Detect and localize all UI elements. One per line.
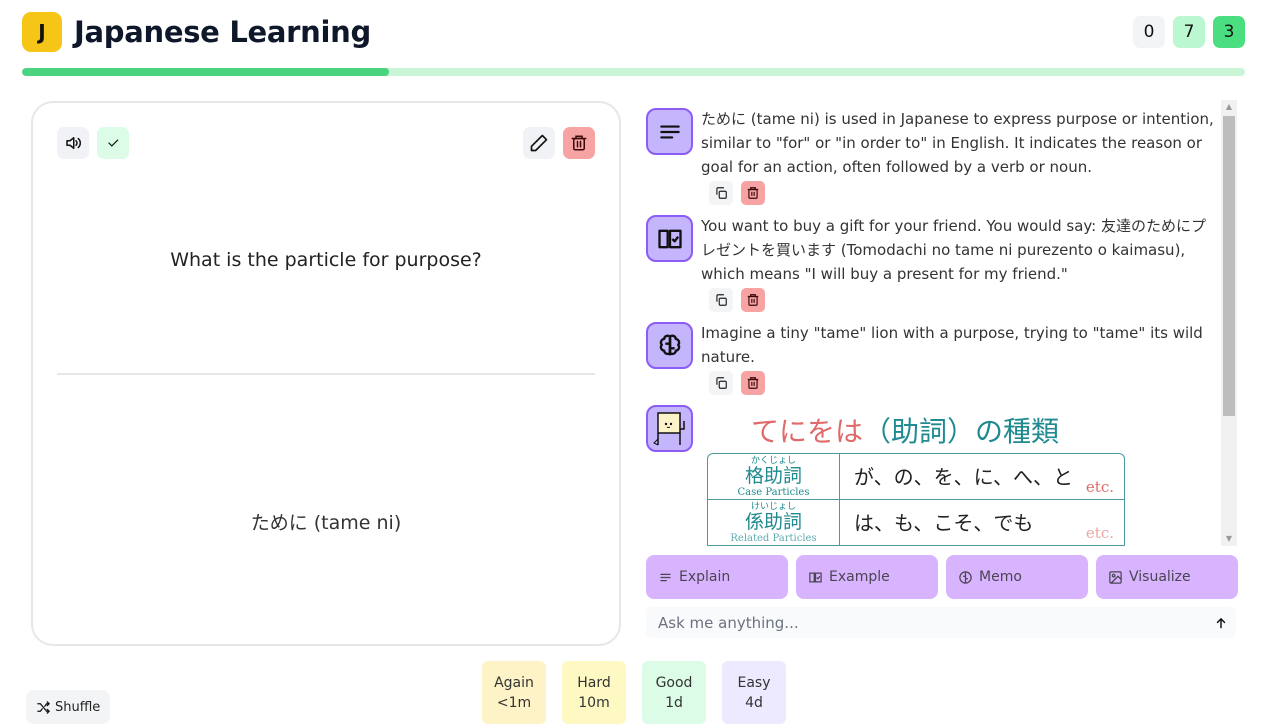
- check-icon: [108, 139, 119, 147]
- play-audio-button[interactable]: [57, 127, 89, 159]
- chat-message-memo: Imagine a tiny "tame" lion with a purpos…: [645, 321, 1220, 395]
- delete-card-button[interactable]: [563, 127, 595, 159]
- copy-icon: [716, 294, 727, 306]
- delete-message-button[interactable]: [741, 181, 765, 205]
- book-check-icon: [657, 229, 682, 248]
- shuffle-button[interactable]: Shuffle: [26, 690, 111, 724]
- message-text: You want to buy a gift for your friend. …: [701, 217, 1206, 283]
- card-question: What is the particle for purpose?: [170, 249, 482, 271]
- ask-input[interactable]: [658, 613, 1206, 632]
- table-row: かくじょし 格助詞 Case Particles が、の、を、に、へ、と etc.: [708, 454, 1124, 500]
- trash-icon: [747, 377, 759, 389]
- example-button[interactable]: Example: [796, 555, 938, 599]
- example-avatar: [646, 215, 693, 262]
- align-left-icon: [660, 573, 671, 581]
- memo-avatar: [646, 322, 693, 369]
- trash-icon: [747, 294, 759, 306]
- progress-fill: [22, 68, 389, 76]
- table-row: けいじょし 係助詞 Related Particles は、も、こそ、でも etc.: [708, 500, 1124, 546]
- memo-button[interactable]: Memo: [946, 555, 1088, 599]
- book-check-icon: [809, 572, 822, 582]
- copy-button[interactable]: [709, 288, 733, 312]
- mark-known-button[interactable]: [97, 127, 129, 159]
- pencil-icon: [530, 134, 548, 152]
- rate-easy-button[interactable]: Easy 4d: [722, 661, 786, 724]
- explain-avatar: [646, 108, 693, 155]
- card-divider: [57, 373, 595, 375]
- progress-bar: [22, 68, 1245, 76]
- scroll-up-arrow[interactable]: ▲: [1221, 100, 1237, 114]
- explain-button[interactable]: Explain: [646, 555, 788, 599]
- trash-icon: [747, 187, 759, 199]
- shuffle-icon: [37, 700, 51, 714]
- app-title: Japanese Learning: [74, 15, 371, 49]
- quick-actions: Explain Example Memo Visualize: [646, 555, 1238, 599]
- app-header: J Japanese Learning: [22, 12, 371, 52]
- edit-card-button[interactable]: [523, 127, 555, 159]
- scroll-down-arrow[interactable]: ▼: [1221, 532, 1237, 546]
- visualize-avatar: [646, 405, 693, 452]
- flashcard: What is the particle for purpose? ために (t…: [31, 101, 621, 646]
- speaker-icon: [66, 137, 81, 149]
- arrow-up-icon: [1216, 617, 1226, 628]
- counter-new: 0: [1133, 16, 1165, 48]
- scroll-thumb[interactable]: [1223, 116, 1235, 416]
- align-left-icon: [659, 125, 680, 138]
- app-logo: J: [22, 12, 62, 52]
- counter-review: 3: [1213, 16, 1245, 48]
- rate-hard-button[interactable]: Hard 10m: [562, 661, 626, 724]
- send-button[interactable]: [1206, 608, 1236, 638]
- rate-good-button[interactable]: Good 1d: [642, 661, 706, 724]
- ai-chat-panel: ために (tame ni) is used in Japanese to exp…: [645, 100, 1237, 546]
- trash-icon: [571, 135, 587, 151]
- image-title: てにをは（助詞）の種類: [751, 415, 1060, 448]
- copy-button[interactable]: [709, 181, 733, 205]
- card-answer: ために (tame ni): [250, 512, 402, 534]
- chat-message-explain: ために (tame ni) is used in Japanese to exp…: [645, 107, 1220, 205]
- copy-icon: [716, 377, 727, 389]
- chat-scrollbar[interactable]: ▲ ▼: [1221, 100, 1237, 546]
- chat-message-example: You want to buy a gift for your friend. …: [645, 214, 1220, 312]
- ask-box: [646, 607, 1236, 638]
- card-counters: 0 7 3: [1133, 16, 1245, 48]
- image-icon: [1109, 570, 1122, 584]
- message-text: ために (tame ni) is used in Japanese to exp…: [701, 110, 1214, 176]
- brain-icon: [959, 570, 972, 584]
- counter-learning: 7: [1173, 16, 1205, 48]
- rate-again-button[interactable]: Again <1m: [482, 661, 546, 724]
- visualization-image: てにをは（助詞）の種類 かくじょし 格助詞 Case Particles が、の、を…: [707, 410, 1127, 546]
- copy-button[interactable]: [709, 371, 733, 395]
- delete-message-button[interactable]: [741, 288, 765, 312]
- delete-message-button[interactable]: [741, 371, 765, 395]
- visualize-button[interactable]: Visualize: [1096, 555, 1238, 599]
- brain-icon: [659, 334, 680, 355]
- copy-icon: [716, 187, 727, 199]
- rating-buttons: Again <1m Hard 10m Good 1d Easy 4d: [482, 661, 786, 724]
- mascot-icon: [652, 411, 685, 445]
- particle-table: かくじょし 格助詞 Case Particles が、の、を、に、へ、と etc. け…: [707, 453, 1125, 546]
- message-text: Imagine a tiny "tame" lion with a purpos…: [701, 324, 1203, 366]
